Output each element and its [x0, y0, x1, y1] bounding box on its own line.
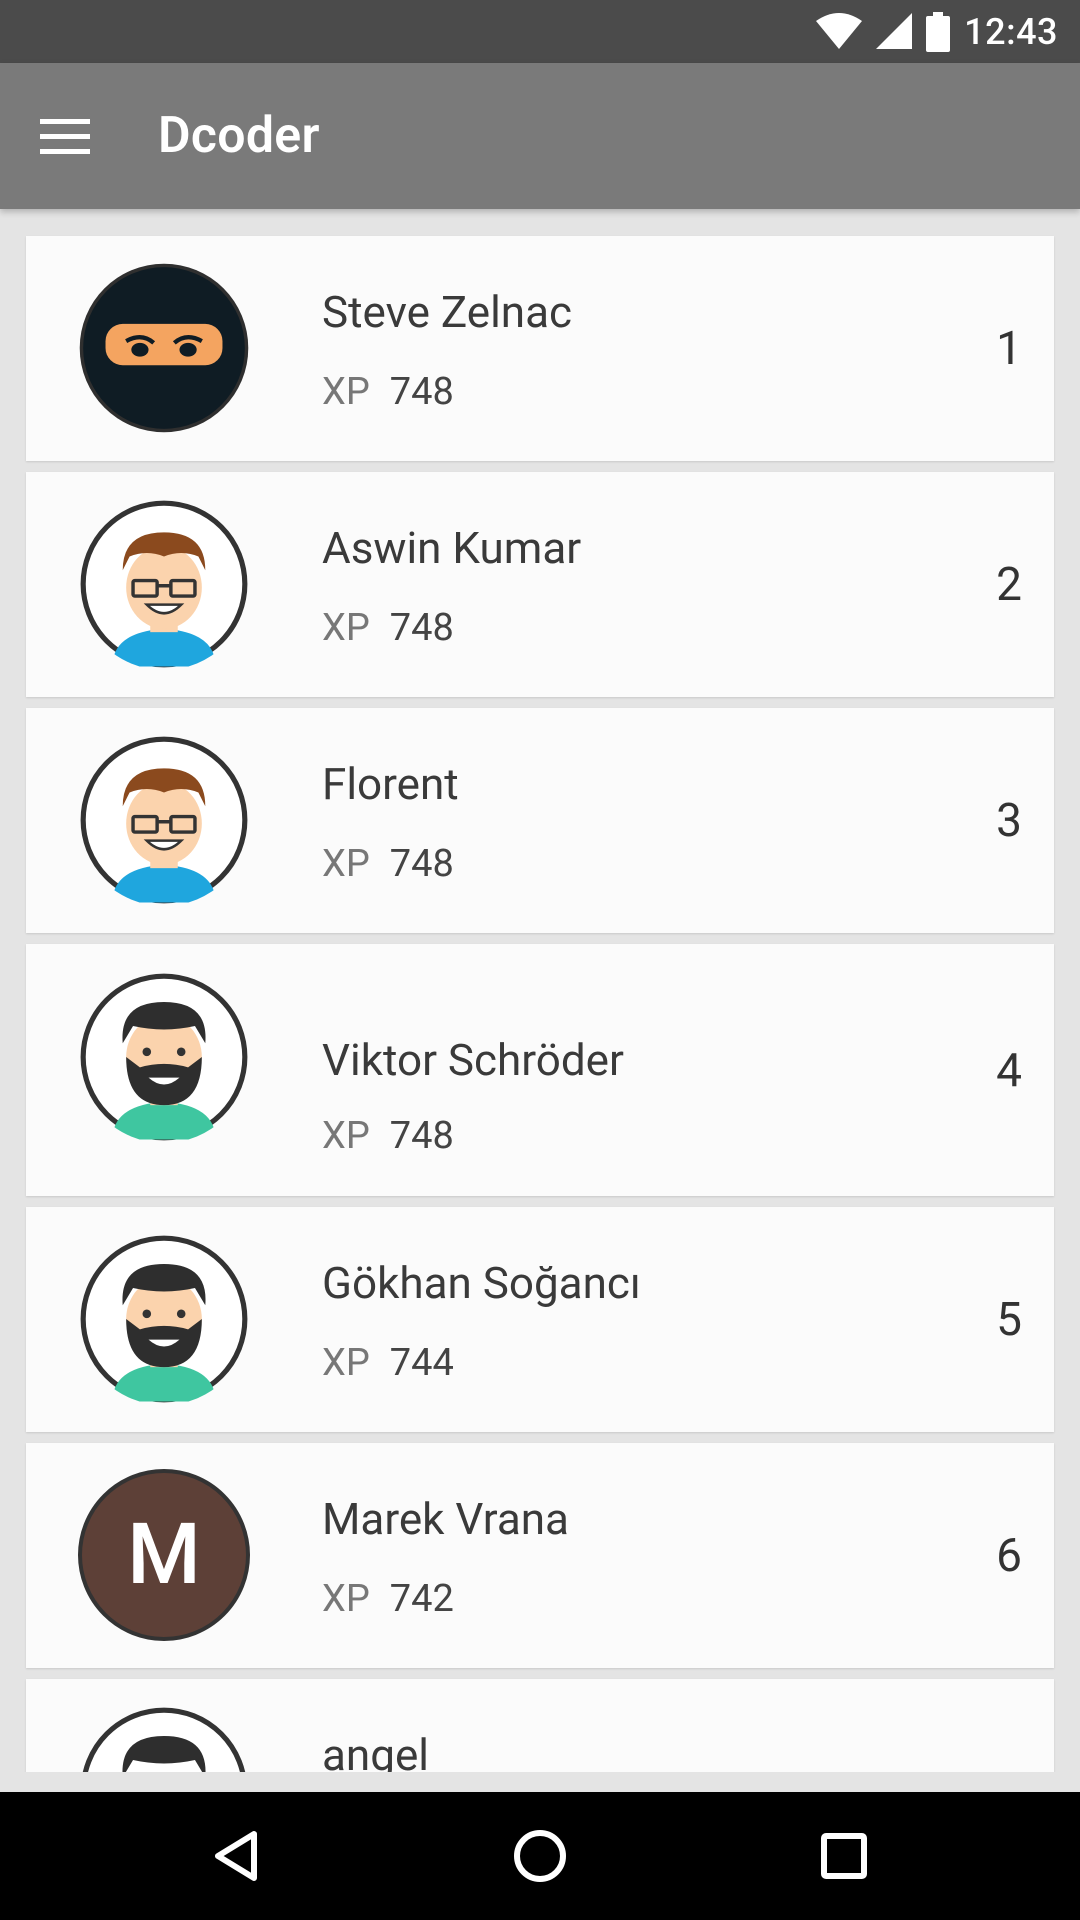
xp-value: 748 [389, 842, 454, 886]
xp-value: 748 [389, 606, 454, 650]
xp-label: XP [322, 842, 370, 886]
xp-value: 742 [389, 1577, 454, 1621]
back-icon[interactable] [196, 1816, 276, 1896]
leaderboard-row[interactable]: Steve Zelnac XP 748 1 [26, 236, 1054, 461]
ninja-avatar-icon [78, 262, 250, 434]
xp-label: XP [322, 1577, 370, 1621]
xp-label: XP [322, 370, 370, 414]
leaderboard-row[interactable]: Viktor Schröder XP 748 4 [26, 944, 1054, 1196]
xp-value: 744 [389, 1341, 454, 1385]
player-name: Aswin Kumar [322, 522, 582, 574]
player-xp: XP 744 [322, 1341, 454, 1385]
bearded-avatar-icon [78, 971, 250, 1143]
status-time: 12:43 [964, 10, 1058, 53]
cell-signal-icon [876, 12, 913, 49]
leaderboard-row[interactable]: Florent XP 748 3 [26, 708, 1054, 933]
home-icon[interactable] [500, 1816, 580, 1896]
player-name: Florent [322, 758, 459, 810]
xp-label: XP [322, 1114, 370, 1158]
recents-icon[interactable] [804, 1816, 884, 1896]
app-title: Dcoder [158, 107, 320, 165]
player-xp: XP 748 [322, 606, 454, 650]
glasses-avatar-icon [78, 498, 250, 670]
player-name: Gökhan Soğancı [322, 1257, 641, 1309]
app-bar: Dcoder [0, 63, 1080, 209]
player-xp: XP 748 [322, 370, 454, 414]
xp-label: XP [322, 606, 370, 650]
player-xp: XP 748 [322, 1114, 454, 1158]
player-rank: 2 [996, 558, 1022, 612]
leaderboard-list[interactable]: Steve Zelnac XP 748 1 Aswin Kumar XP 748 2 [0, 209, 1080, 1772]
wifi-icon [816, 12, 863, 49]
leaderboard-row[interactable]: Aswin Kumar XP 748 2 [26, 472, 1054, 697]
player-name: Steve Zelnac [322, 286, 573, 338]
hamburger-menu-icon[interactable] [40, 111, 104, 167]
leaderboard-row[interactable]: Gökhan Soğancı XP 744 5 [26, 1207, 1054, 1432]
status-bar: 12:43 [0, 0, 1080, 63]
xp-value: 748 [389, 1114, 454, 1158]
player-rank: 6 [996, 1529, 1022, 1583]
glasses-avatar-icon [78, 734, 250, 906]
player-name: Marek Vrana [322, 1493, 569, 1545]
avatar-initial: M [127, 1505, 201, 1604]
player-rank: 4 [996, 1044, 1022, 1098]
bearded-avatar-icon [78, 1705, 250, 1772]
leaderboard-row[interactable]: angel [26, 1679, 1054, 1772]
xp-label: XP [322, 1341, 370, 1385]
leaderboard-row[interactable]: M Marek Vrana XP 742 6 [26, 1443, 1054, 1668]
xp-value: 748 [389, 370, 454, 414]
player-name: Viktor Schröder [322, 1034, 624, 1086]
player-name: angel [322, 1729, 429, 1772]
navigation-bar [0, 1792, 1080, 1920]
bearded-avatar-icon [78, 1233, 250, 1405]
player-xp: XP 742 [322, 1577, 454, 1621]
player-rank: 3 [996, 794, 1022, 848]
battery-icon [926, 11, 951, 52]
player-xp: XP 748 [322, 842, 454, 886]
letter-avatar-icon: M [78, 1469, 250, 1641]
player-rank: 1 [996, 322, 1022, 376]
player-rank: 5 [996, 1293, 1022, 1347]
